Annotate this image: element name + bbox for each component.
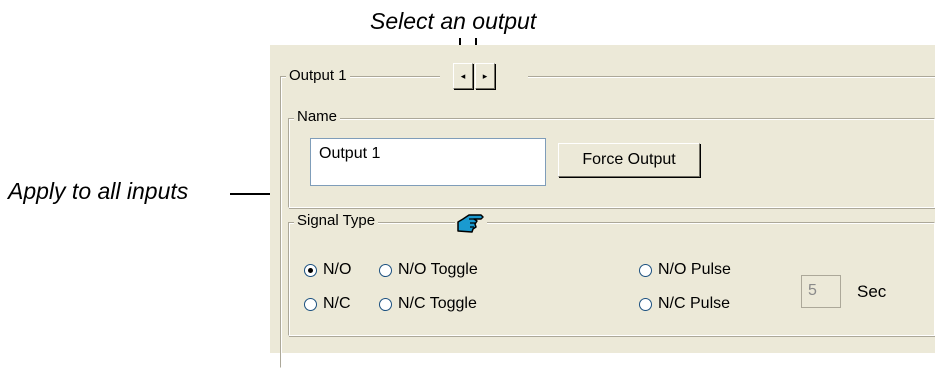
radio-nc-pulse-circle[interactable]: [639, 297, 652, 311]
apply-to-all-button[interactable]: [455, 209, 487, 237]
radio-nc-circle[interactable]: [304, 297, 317, 311]
pulse-unit-label: Sec: [857, 282, 887, 301]
radio-nc-toggle-label: N/C Toggle: [398, 295, 477, 312]
next-output-button[interactable]: ▸: [475, 63, 495, 89]
pulse-seconds-input[interactable]: 5: [801, 275, 841, 308]
radio-nc-pulse[interactable]: N/C Pulse: [639, 295, 730, 313]
radio-nc-label: N/C: [323, 295, 351, 312]
radio-nc-pulse-label: N/C Pulse: [658, 295, 731, 312]
radio-no-pulse[interactable]: N/O Pulse: [639, 261, 731, 279]
signal-type-legend: Signal Type: [294, 212, 379, 230]
radio-no-circle[interactable]: [304, 263, 317, 277]
radio-no-pulse-label: N/O Pulse: [658, 261, 731, 278]
radio-no-label: N/O: [323, 261, 352, 278]
radio-no-toggle-circle[interactable]: [379, 263, 392, 277]
output-label: Output 1: [286, 67, 350, 85]
radio-no[interactable]: N/O: [304, 261, 351, 279]
radio-nc[interactable]: N/C: [304, 295, 351, 313]
arrow-left-icon: ◂: [460, 70, 466, 81]
radio-no-toggle-label: N/O Toggle: [398, 261, 478, 278]
select-output-callout: Select an output: [370, 8, 537, 34]
force-output-button[interactable]: Force Output: [558, 143, 700, 177]
name-legend: Name: [294, 108, 341, 126]
output-settings-panel: Output 1 ◂ ▸ Name Output 1 Force Output …: [270, 45, 935, 368]
radio-selected-dot: [308, 267, 313, 273]
radio-no-pulse-circle[interactable]: [639, 263, 652, 277]
output-name-input[interactable]: Output 1: [310, 138, 546, 186]
radio-no-toggle[interactable]: N/O Toggle: [379, 261, 478, 279]
pointing-hand-icon: [456, 210, 486, 236]
radio-nc-toggle-circle[interactable]: [379, 297, 392, 311]
arrow-right-icon: ▸: [482, 70, 488, 81]
previous-output-button[interactable]: ◂: [453, 63, 473, 89]
apply-all-callout: Apply to all inputs: [8, 178, 189, 204]
radio-nc-toggle[interactable]: N/C Toggle: [379, 295, 477, 313]
